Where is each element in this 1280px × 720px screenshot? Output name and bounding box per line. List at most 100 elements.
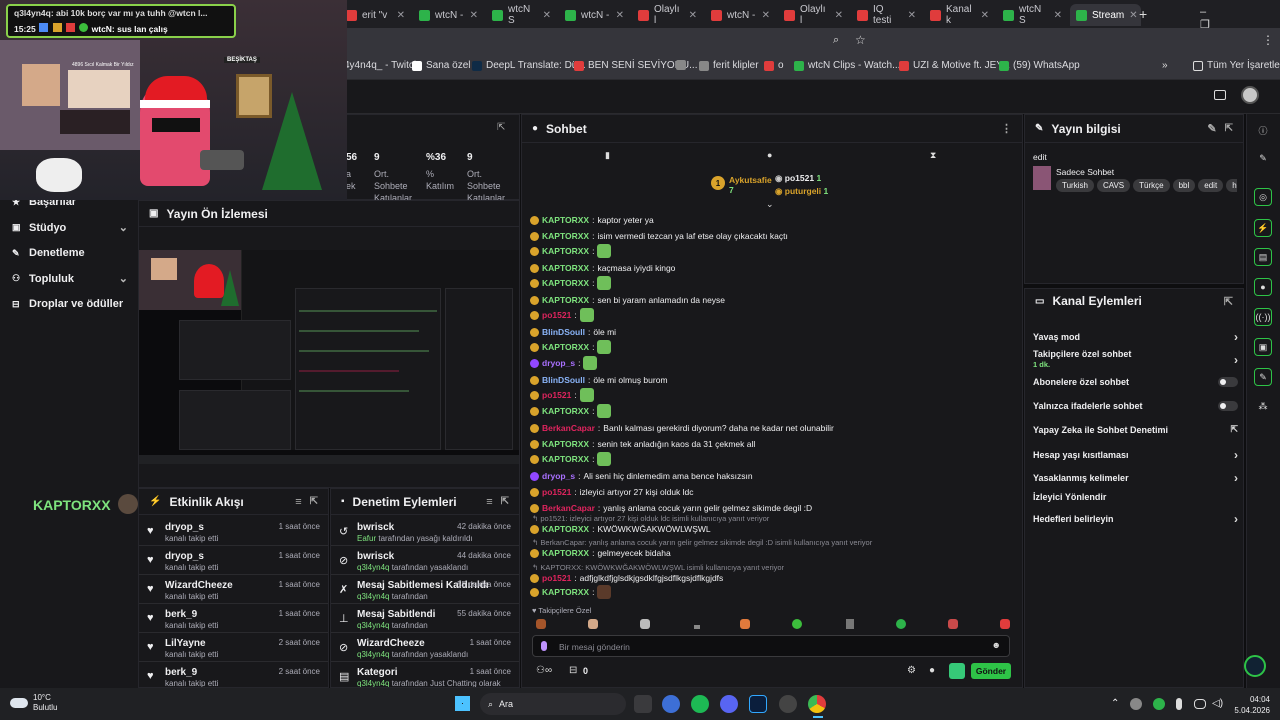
chat-reply-context[interactable]: ↰ BerkanCapar: yanlış anlama cocuk yarın… — [532, 538, 872, 547]
chat-username[interactable]: KAPTORXX — [542, 524, 589, 534]
activity-row[interactable]: ♥ berk_9 kanalı takip etti 2 saat önce — [139, 662, 328, 687]
stream-tag[interactable]: CAVS — [1096, 179, 1131, 192]
activity-user[interactable]: berk_9 — [165, 609, 197, 620]
close-tab-icon[interactable]: ✕ — [835, 10, 843, 21]
community-icon[interactable]: ⚇∞ — [536, 665, 552, 676]
filter-icon[interactable]: ≡ — [486, 496, 492, 508]
activity-row[interactable]: ♥ dryop_s kanalı takip etti 1 saat önce — [139, 517, 328, 546]
close-tab-icon[interactable]: ✕ — [397, 10, 405, 21]
leaderboard-user[interactable]: Aykutsafie 7 — [729, 175, 772, 195]
taskbar-app-icon[interactable] — [779, 695, 797, 713]
bookmark-item[interactable] — [676, 60, 690, 70]
popout-icon[interactable]: ⇱ — [310, 496, 318, 507]
bookmark-item[interactable]: ferit klipler — [699, 60, 759, 71]
chat-message[interactable]: BlinDSoull: öle mi — [530, 327, 616, 337]
taskbar-search[interactable]: ⌕ Ara — [480, 693, 626, 715]
external-link-icon[interactable]: ⇱ — [1230, 424, 1238, 435]
stream-tag[interactable]: hottu — [1226, 179, 1237, 192]
stream-tag[interactable]: edit — [1198, 179, 1224, 192]
chat-message[interactable]: dryop_s: Ali seni hiç dinlemedim ama benc… — [530, 471, 753, 481]
browser-tab[interactable]: wtcN S ✕ — [486, 4, 557, 26]
leftnav-item[interactable]: ⊟ Droplar ve ödüller — [12, 298, 128, 310]
taskbar-app-icon[interactable] — [662, 695, 680, 713]
activity-user[interactable]: berk_9 — [165, 667, 197, 678]
mod-action-user[interactable]: q3l4yn4q — [357, 563, 389, 572]
channel-points[interactable]: 0 — [583, 666, 588, 676]
chat-message[interactable]: BerkanCapar: Banlı kalması gerekirdi diyo… — [530, 423, 834, 433]
browser-tab[interactable]: Olaylı l ✕ — [778, 4, 849, 26]
kebab-menu-icon[interactable]: ⋮ — [1001, 122, 1012, 135]
leftnav-item[interactable]: ✎ Denetleme — [12, 247, 128, 259]
browser-tab[interactable]: wtcN - ✕ — [559, 4, 630, 26]
clock[interactable]: 04:04 5.04.2026 — [1230, 694, 1270, 716]
chevron-right-icon[interactable]: › — [1234, 512, 1238, 526]
close-tab-icon[interactable]: ✕ — [908, 10, 916, 21]
chat-message[interactable]: KAPTORXX: — [530, 585, 612, 599]
mod-action-user[interactable]: q3l4yn4q — [357, 592, 389, 601]
chrome-icon[interactable] — [808, 695, 826, 713]
chat-username[interactable]: KAPTORXX — [542, 215, 589, 225]
chat-username[interactable]: KAPTORXX — [542, 454, 589, 464]
browser-tab[interactable]: wtcN S ✕ — [997, 4, 1068, 26]
activity-row[interactable]: ♥ berk_9 kanalı takip etti 1 saat önce — [139, 604, 328, 633]
quick-action-icon[interactable]: ◎ — [1254, 188, 1272, 206]
channel-action-item[interactable]: Yapay Zeka ile Sohbet Denetimi ⇱ — [1033, 424, 1238, 435]
chat-message[interactable]: BerkanCapar: yanlış anlama cocuk yarın ge… — [530, 503, 812, 513]
channel-action-item[interactable]: Hesap yaşı kısıtlaması › — [1033, 448, 1238, 462]
emote[interactable] — [597, 404, 612, 418]
chat-username[interactable]: KAPTORXX — [542, 548, 589, 558]
mod-action-user[interactable]: q3l4yn4q — [357, 650, 389, 659]
chat-username[interactable]: KAPTORXX — [542, 439, 589, 449]
emote[interactable] — [597, 276, 612, 290]
collapse-chevron-icon[interactable]: ⌄ — [766, 199, 774, 210]
popout-icon[interactable]: ⇱ — [1224, 295, 1233, 308]
chat-message[interactable]: KAPTORXX: — [530, 244, 612, 258]
mod-action-row[interactable]: ↺ bwrisck Eafur tarafından yasağı kaldırıl… — [331, 517, 519, 546]
chat-username[interactable]: KAPTORXX — [542, 231, 589, 241]
close-tab-icon[interactable]: ✕ — [1054, 10, 1062, 21]
bookmark-item[interactable]: o — [764, 60, 784, 71]
creator-icon[interactable] — [1214, 90, 1226, 100]
chat-username[interactable]: BlinDSoull — [542, 375, 585, 385]
volume-icon[interactable]: ◁) — [1212, 698, 1223, 709]
chat-username[interactable]: KAPTORXX — [542, 406, 589, 416]
emote[interactable] — [583, 356, 598, 370]
close-tab-icon[interactable]: ✕ — [616, 10, 624, 21]
chat-message[interactable]: KAPTORXX: — [530, 452, 612, 466]
assistant-bubble-icon[interactable] — [1244, 655, 1266, 677]
chat-message[interactable]: KAPTORXX: — [530, 340, 612, 354]
chat-icon[interactable]: ● — [767, 150, 772, 160]
chat-message[interactable]: po1521: — [530, 388, 594, 402]
emote[interactable] — [740, 619, 750, 629]
emote[interactable] — [896, 619, 906, 629]
stream-tag[interactable]: Türkçe — [1133, 179, 1170, 192]
chat-username[interactable]: KAPTORXX — [542, 342, 589, 352]
close-tab-icon[interactable]: ✕ — [689, 10, 697, 21]
gift-icon[interactable]: ⊟ — [569, 665, 577, 676]
chat-username[interactable]: BerkanCapar — [542, 503, 595, 513]
chevron-right-icon[interactable]: › — [1234, 330, 1238, 344]
browser-tab[interactable]: Stream ✕ — [1070, 4, 1141, 26]
send-button[interactable]: Gönder — [971, 663, 1011, 679]
chat-username[interactable]: KAPTORXX — [542, 295, 589, 305]
chat-message[interactable]: BlinDSoull: öle mi olmuş burom — [530, 375, 668, 385]
toggle-switch[interactable] — [1218, 401, 1238, 411]
chat-username[interactable]: BerkanCapar — [542, 423, 595, 433]
emote-picker-icon[interactable]: ☻ — [992, 640, 1001, 650]
mod-action-user[interactable]: q3l4yn4q — [357, 679, 389, 687]
chat-reply-context[interactable]: ↰ KAPTORXX: KWÖWKWĞAKWÖWLWŞWL isimli kul… — [532, 563, 784, 572]
emote[interactable] — [846, 619, 854, 629]
mod-action-row[interactable]: ▤ Kategori q3l4yn4q tarafından Just Chatti… — [331, 662, 519, 687]
chevron-right-icon[interactable]: › — [1234, 471, 1238, 485]
quick-action-icon[interactable]: ✎ — [1254, 368, 1272, 386]
quick-action-icon[interactable]: ● — [1254, 278, 1272, 296]
close-tab-icon[interactable]: ✕ — [762, 10, 770, 21]
browser-tab[interactable]: Olaylı l ✕ — [632, 4, 703, 26]
chat-message[interactable]: KAPTORXX: KWÖWKWĞAKWÖWLWŞWL — [530, 524, 711, 534]
mod-action-row[interactable]: ⊘ WizardCheeze q3l4yn4q tarafından yasakla… — [331, 633, 519, 662]
browser-tab[interactable]: Kanal k ✕ — [924, 4, 995, 26]
chat-message[interactable]: KAPTORXX: sen bi yaram anlamadın da neyse — [530, 295, 725, 305]
quick-action-icon[interactable]: ▤ — [1254, 248, 1272, 266]
channel-action-item[interactable]: İzleyici Yönlendir — [1033, 492, 1238, 502]
chat-message[interactable]: KAPTORXX: isim vermedi tezcan ya laf etse… — [530, 231, 788, 241]
